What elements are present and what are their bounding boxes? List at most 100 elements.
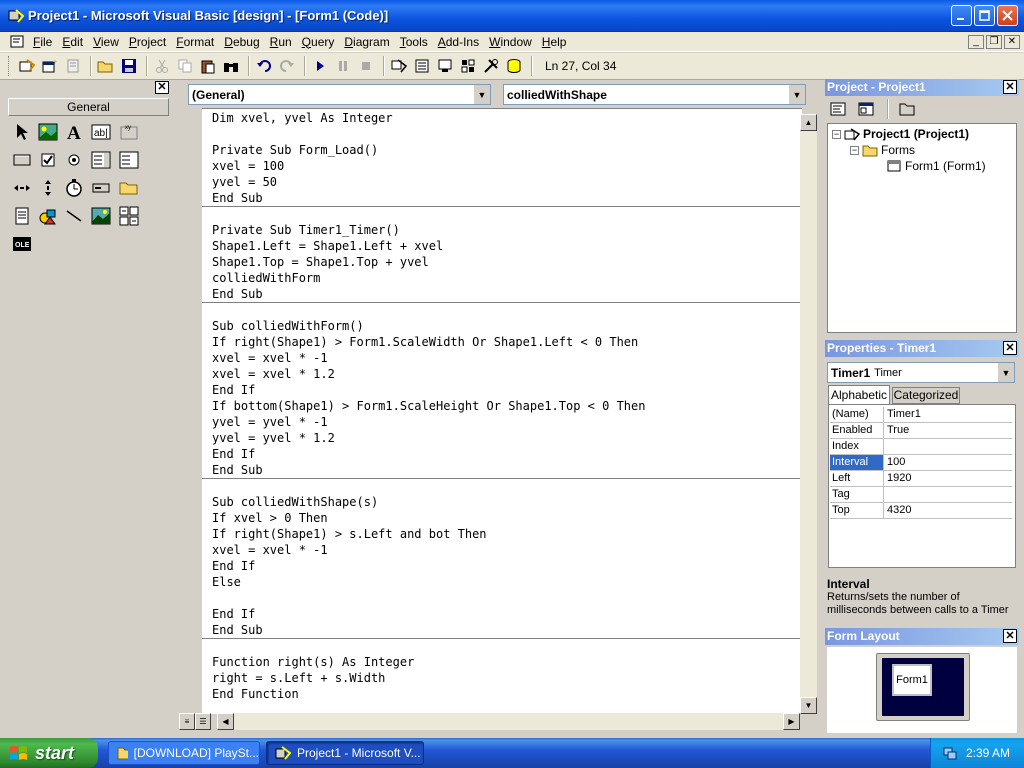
scroll-left-button[interactable]: ◀ <box>217 713 234 730</box>
checkbox-tool[interactable] <box>37 149 59 171</box>
code-line[interactable]: End If <box>212 606 255 622</box>
code-editor[interactable]: Dim xvel, yvel As Integer Private Sub For… <box>202 108 802 714</box>
code-line[interactable]: right = s.Left + s.Width <box>212 670 385 686</box>
code-line[interactable]: End Sub <box>212 462 263 478</box>
vscrollbar-tool[interactable] <box>37 177 59 199</box>
optionbutton-tool[interactable] <box>63 149 85 171</box>
property-row-interval[interactable]: Interval 100 <box>830 455 1012 471</box>
maximize-button[interactable] <box>974 5 995 26</box>
form-position-thumbnail[interactable]: Form1 <box>892 664 932 696</box>
start-button[interactable] <box>310 56 330 76</box>
image-tool[interactable] <box>90 205 112 227</box>
tab-categorized[interactable]: Categorized <box>892 387 960 404</box>
menu-project[interactable]: Project <box>125 35 172 49</box>
toolbox-button[interactable] <box>481 56 501 76</box>
form-layout-close-button[interactable]: ✕ <box>1003 629 1017 643</box>
cut-button[interactable] <box>152 56 172 76</box>
property-row-name[interactable]: (Name) Timer1 <box>830 407 1012 423</box>
code-line[interactable]: If bottom(Shape1) > Form1.ScaleHeight Or… <box>212 398 645 414</box>
drivelistbox-tool[interactable] <box>90 177 112 199</box>
toggle-folders-button[interactable] <box>896 99 918 119</box>
code-line[interactable]: Else <box>212 574 241 590</box>
toolbar-grip[interactable] <box>8 56 11 76</box>
property-row-tag[interactable]: Tag <box>830 487 1012 503</box>
scroll-right-button[interactable]: ▶ <box>783 713 800 730</box>
property-row-index[interactable]: Index <box>830 439 1012 455</box>
object-combobox[interactable]: (General) ▼ <box>188 84 491 105</box>
code-line[interactable]: Shape1.Top = Shape1.Top + yvel <box>212 254 429 270</box>
full-module-view-button[interactable]: ☰ <box>195 713 211 730</box>
menu-edit[interactable]: Edit <box>58 35 89 49</box>
code-line[interactable]: End Sub <box>212 190 263 206</box>
line-tool[interactable] <box>63 205 85 227</box>
code-line[interactable]: xvel = 100 <box>212 158 284 174</box>
add-form-button[interactable]: + <box>40 56 60 76</box>
taskbar-item-vb[interactable]: Project1 - Microsoft V... <box>266 741 424 765</box>
menu-window[interactable]: Window <box>485 35 538 49</box>
code-line[interactable]: End If <box>212 382 255 398</box>
menu-query[interactable]: Query <box>298 35 341 49</box>
scroll-up-button[interactable]: ▲ <box>800 114 817 131</box>
menu-tools[interactable]: Tools <box>396 35 434 49</box>
menu-editor-button[interactable] <box>63 56 83 76</box>
toolbox-tab-general[interactable]: General <box>8 98 169 116</box>
collapse-icon[interactable]: − <box>850 145 859 155</box>
code-line[interactable]: Private Sub Form_Load() <box>212 142 378 158</box>
network-icon[interactable] <box>942 745 958 761</box>
timer-tool[interactable] <box>63 177 85 199</box>
code-line[interactable]: xvel = xvel * -1 <box>212 542 328 558</box>
code-line[interactable]: Sub colliedWithShape(s) <box>212 494 378 510</box>
dirlistbox-tool[interactable] <box>118 177 140 199</box>
code-line[interactable]: xvel = xvel * 1.2 <box>212 366 335 382</box>
code-line[interactable]: Shape1.Left = Shape1.Left + xvel <box>212 238 443 254</box>
code-line[interactable]: If right(Shape1) > Form1.ScaleWidth Or S… <box>212 334 638 350</box>
code-line[interactable]: Private Sub Timer1_Timer() <box>212 222 400 238</box>
code-line[interactable]: End If <box>212 558 255 574</box>
form-layout-button[interactable] <box>435 56 455 76</box>
properties-window-button[interactable] <box>412 56 432 76</box>
combobox-tool[interactable] <box>90 149 112 171</box>
start-button[interactable]: start <box>0 738 98 768</box>
procedure-combobox[interactable]: colliedWithShape ▼ <box>503 84 806 105</box>
code-line[interactable]: End Sub <box>212 622 263 638</box>
code-line[interactable]: If right(Shape1) > s.Left and bot Then <box>212 526 487 542</box>
menu-diagram[interactable]: Diagram <box>340 35 395 49</box>
ole-tool[interactable]: OLE <box>11 233 33 255</box>
object-browser-button[interactable] <box>458 56 478 76</box>
redo-button[interactable] <box>277 56 297 76</box>
menu-run[interactable]: Run <box>266 35 298 49</box>
menu-file[interactable]: File <box>29 35 58 49</box>
property-row-enabled[interactable]: Enabled True <box>830 423 1012 439</box>
data-view-button[interactable] <box>504 56 524 76</box>
code-line[interactable]: Sub colliedWithForm() <box>212 318 364 334</box>
end-button[interactable] <box>356 56 376 76</box>
minimize-button[interactable] <box>951 5 972 26</box>
horizontal-scrollbar[interactable]: ◀ ▶ <box>217 713 800 730</box>
code-line[interactable]: Dim xvel, yvel As Integer <box>212 110 393 126</box>
code-line[interactable]: yvel = yvel * -1 <box>212 414 328 430</box>
view-object-button[interactable] <box>855 99 877 119</box>
tab-alphabetic[interactable]: Alphabetic <box>828 385 890 404</box>
procedure-view-button[interactable]: ≡ <box>179 713 195 730</box>
find-button[interactable] <box>221 56 241 76</box>
code-line[interactable]: yvel = 50 <box>212 174 277 190</box>
save-project-button[interactable] <box>119 56 139 76</box>
label-tool[interactable]: A <box>63 121 85 143</box>
open-project-button[interactable] <box>96 56 116 76</box>
break-button[interactable] <box>333 56 353 76</box>
object-selector[interactable]: Timer1 Timer ▼ <box>827 362 1015 383</box>
chevron-down-icon[interactable]: ▼ <box>788 85 805 104</box>
code-line[interactable]: Function right(s) As Integer <box>212 654 414 670</box>
code-line[interactable]: xvel = xvel * -1 <box>212 350 328 366</box>
data-tool[interactable] <box>118 205 140 227</box>
paste-button[interactable] <box>198 56 218 76</box>
chevron-down-icon[interactable]: ▼ <box>997 363 1014 382</box>
shape-tool[interactable] <box>37 205 59 227</box>
undo-button[interactable] <box>254 56 274 76</box>
code-line[interactable]: End Function <box>212 686 299 702</box>
mdi-close-button[interactable]: ✕ <box>1004 34 1020 49</box>
menu-view[interactable]: View <box>89 35 125 49</box>
mdi-minimize-button[interactable]: _ <box>968 34 984 49</box>
commandbutton-tool[interactable] <box>11 149 33 171</box>
frame-tool[interactable]: xy <box>118 121 140 143</box>
